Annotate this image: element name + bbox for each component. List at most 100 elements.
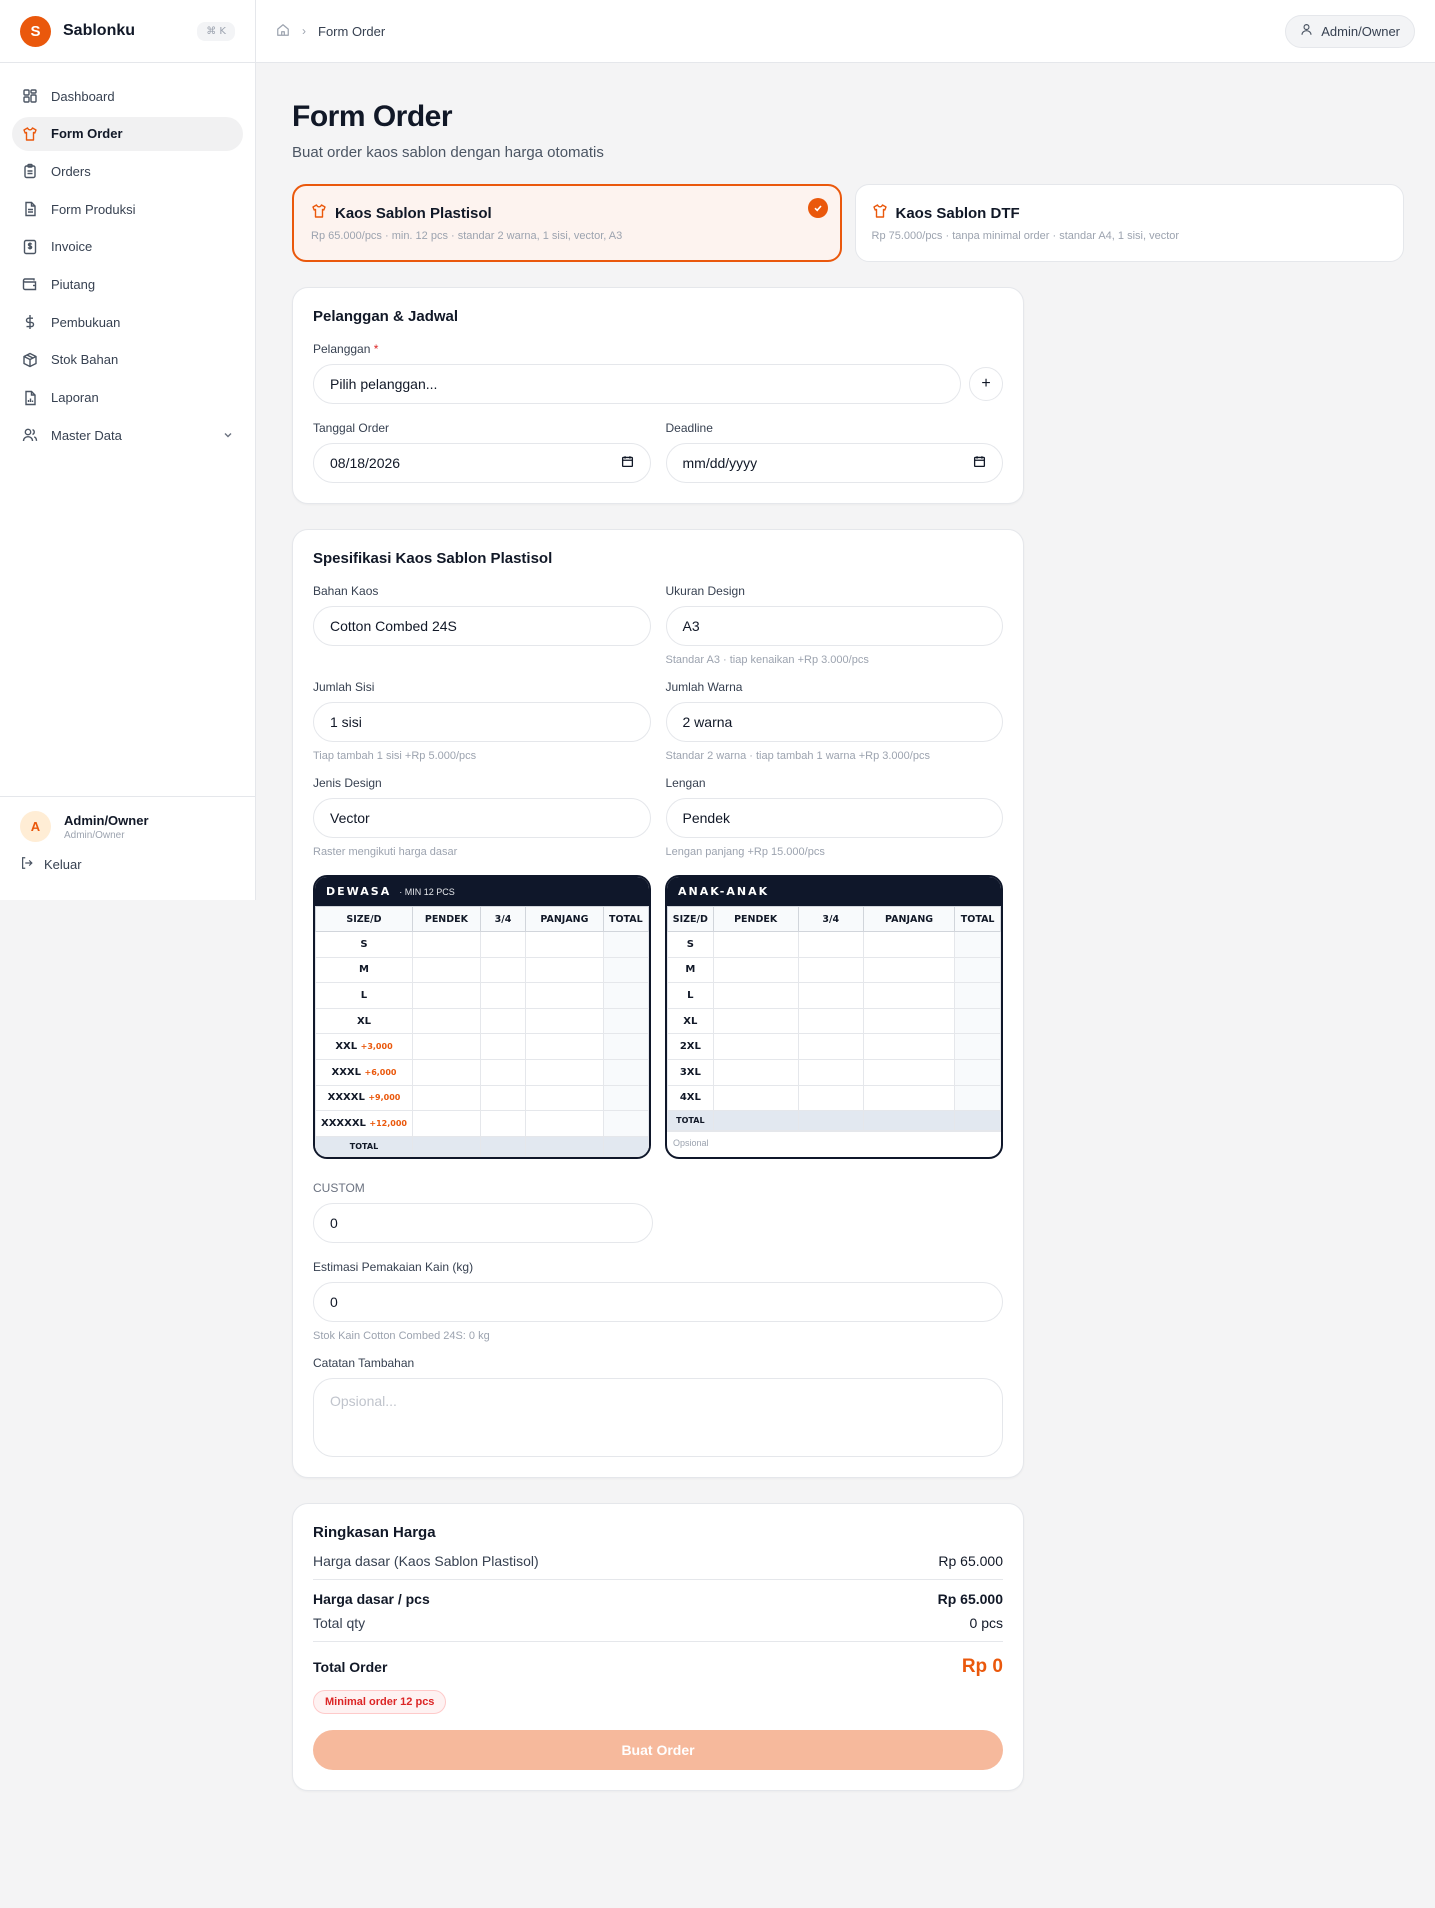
sidebar-item-label: Master Data bbox=[51, 427, 122, 443]
calendar-icon[interactable] bbox=[973, 455, 986, 471]
type-card-plastisol[interactable]: Kaos Sablon Plastisol Rp 65.000/pcs · mi… bbox=[292, 184, 842, 262]
per-pcs-value: Rp 65.000 bbox=[937, 1590, 1003, 1607]
qty-cell[interactable] bbox=[712, 1033, 799, 1060]
sidebar-item-pembukuan[interactable]: Pembukuan bbox=[12, 305, 243, 339]
qty-cell[interactable] bbox=[479, 931, 527, 958]
qty-cell[interactable] bbox=[862, 1058, 956, 1086]
qty-cell[interactable] bbox=[525, 931, 604, 958]
custom-input[interactable]: 0 bbox=[313, 1202, 653, 1243]
qty-cell[interactable] bbox=[479, 1007, 527, 1035]
bahan-select[interactable]: Cotton Combed 24S bbox=[313, 606, 651, 646]
breadcrumb-current: Form Order bbox=[318, 23, 386, 39]
qty-cell[interactable] bbox=[479, 956, 527, 984]
qty-cell[interactable] bbox=[797, 956, 864, 984]
create-order-button[interactable]: Buat Order bbox=[313, 1729, 1003, 1770]
qty-cell[interactable] bbox=[525, 1007, 604, 1035]
qty-cell[interactable] bbox=[712, 931, 799, 958]
qty-cell[interactable] bbox=[411, 1084, 481, 1112]
qty-cell[interactable] bbox=[411, 1058, 481, 1086]
deadline-input[interactable]: mm/dd/yyyy bbox=[665, 443, 1003, 483]
sidebar-item-form-order[interactable]: Form Order bbox=[12, 116, 243, 151]
size-label: XL bbox=[667, 1007, 714, 1035]
ukuran-select[interactable]: A3 bbox=[665, 606, 1003, 646]
brand-logo[interactable]: S bbox=[20, 15, 51, 47]
qty-cell[interactable] bbox=[797, 1058, 864, 1086]
sisi-select[interactable]: 1 sisi bbox=[313, 702, 651, 742]
qty-cell[interactable] bbox=[411, 931, 481, 958]
qty-cell[interactable] bbox=[712, 1058, 799, 1086]
qty-cell[interactable] bbox=[797, 1033, 864, 1060]
qty-cell[interactable] bbox=[862, 956, 956, 984]
sidebar-item-orders[interactable]: Orders bbox=[12, 154, 243, 188]
user-menu-button[interactable]: Admin/Owner bbox=[1285, 14, 1415, 48]
qty-cell[interactable] bbox=[862, 931, 956, 958]
qty-cell[interactable] bbox=[797, 931, 864, 958]
table-row: XXL +3,000 bbox=[315, 1033, 649, 1060]
qty-cell[interactable] bbox=[525, 1058, 604, 1086]
warna-select[interactable]: 2 warna bbox=[665, 702, 1003, 742]
logout-button[interactable]: Keluar bbox=[20, 856, 235, 873]
lengan-select[interactable]: Pendek bbox=[665, 798, 1003, 838]
size-surcharge: +6,000 bbox=[364, 1067, 397, 1077]
lengan-hint: Lengan panjang +Rp 15.000/pcs bbox=[665, 846, 825, 858]
qty-cell[interactable] bbox=[712, 1084, 799, 1112]
add-customer-button[interactable]: + bbox=[969, 367, 1003, 401]
type-card-dtf[interactable]: Kaos Sablon DTF Rp 75.000/pcs · tanpa mi… bbox=[854, 184, 1404, 262]
row-total bbox=[954, 1007, 1001, 1035]
brand-name[interactable]: Sablonku bbox=[63, 22, 135, 40]
qty-cell[interactable] bbox=[411, 956, 481, 984]
sidebar-item-stok-bahan[interactable]: Stok Bahan bbox=[12, 343, 243, 377]
sidebar-item-laporan[interactable]: Laporan bbox=[12, 381, 243, 415]
qty-cell[interactable] bbox=[525, 1084, 604, 1112]
order-date-input[interactable]: 08/18/2026 bbox=[313, 443, 651, 483]
qty-cell[interactable] bbox=[411, 1007, 481, 1035]
qty-cell[interactable] bbox=[411, 982, 481, 1009]
qty-cell[interactable] bbox=[479, 982, 527, 1009]
sidebar-item-master-data[interactable]: Master Data bbox=[12, 418, 243, 452]
notes-textarea[interactable]: Opsional... bbox=[313, 1377, 1003, 1457]
size-label: XXL bbox=[335, 1041, 358, 1053]
qty-cell[interactable] bbox=[525, 982, 604, 1009]
sidebar-item-form-produksi[interactable]: Form Produksi bbox=[12, 192, 243, 226]
qty-cell[interactable] bbox=[411, 1110, 481, 1137]
customer-select[interactable]: Pilih pelanggan... bbox=[313, 364, 961, 404]
qty-cell[interactable] bbox=[797, 982, 864, 1009]
qty-cell[interactable] bbox=[712, 956, 799, 984]
qty-cell[interactable] bbox=[797, 1084, 864, 1112]
qty-cell[interactable] bbox=[862, 982, 956, 1009]
deadline-value: mm/dd/yyyy bbox=[682, 455, 758, 471]
qty-cell[interactable] bbox=[525, 956, 604, 984]
qty-cell[interactable] bbox=[797, 1007, 864, 1035]
chevron-down-icon[interactable] bbox=[223, 428, 233, 443]
qty-cell[interactable] bbox=[479, 1033, 527, 1060]
col-header: PENDEK bbox=[411, 906, 481, 932]
home-icon[interactable] bbox=[276, 23, 290, 40]
qty-cell[interactable] bbox=[525, 1110, 604, 1137]
calendar-icon[interactable] bbox=[621, 455, 634, 471]
qty-cell[interactable] bbox=[479, 1058, 527, 1086]
row-total bbox=[602, 1033, 649, 1060]
qty-cell[interactable] bbox=[862, 1007, 956, 1035]
size-label: 3XL bbox=[667, 1058, 714, 1086]
qty-cell[interactable] bbox=[479, 1084, 527, 1112]
qty-cell[interactable] bbox=[712, 982, 799, 1009]
check-icon bbox=[807, 198, 828, 218]
qty-cell[interactable] bbox=[862, 1084, 956, 1112]
command-shortcut[interactable]: ⌘ K bbox=[197, 21, 235, 41]
qty-cell[interactable] bbox=[712, 1007, 799, 1035]
table-row: XXXXL +9,000 bbox=[315, 1084, 649, 1112]
row-total bbox=[602, 1110, 649, 1137]
breadcrumb: › Form Order bbox=[276, 23, 385, 40]
sidebar-item-piutang[interactable]: Piutang bbox=[12, 267, 243, 301]
sidebar-item-invoice[interactable]: Invoice bbox=[12, 230, 243, 264]
qty-cell[interactable] bbox=[479, 1110, 527, 1137]
sidebar-item-dashboard[interactable]: Dashboard bbox=[12, 79, 243, 113]
type-card-title: Kaos Sablon Plastisol bbox=[335, 204, 492, 222]
row-total bbox=[954, 1058, 1001, 1086]
qty-cell[interactable] bbox=[862, 1033, 956, 1060]
jenis-select[interactable]: Vector bbox=[313, 798, 651, 838]
kain-input[interactable]: 0 bbox=[313, 1281, 1003, 1322]
qty-cell[interactable] bbox=[411, 1033, 481, 1060]
qty-cell[interactable] bbox=[525, 1033, 604, 1060]
row-total bbox=[602, 1007, 649, 1035]
